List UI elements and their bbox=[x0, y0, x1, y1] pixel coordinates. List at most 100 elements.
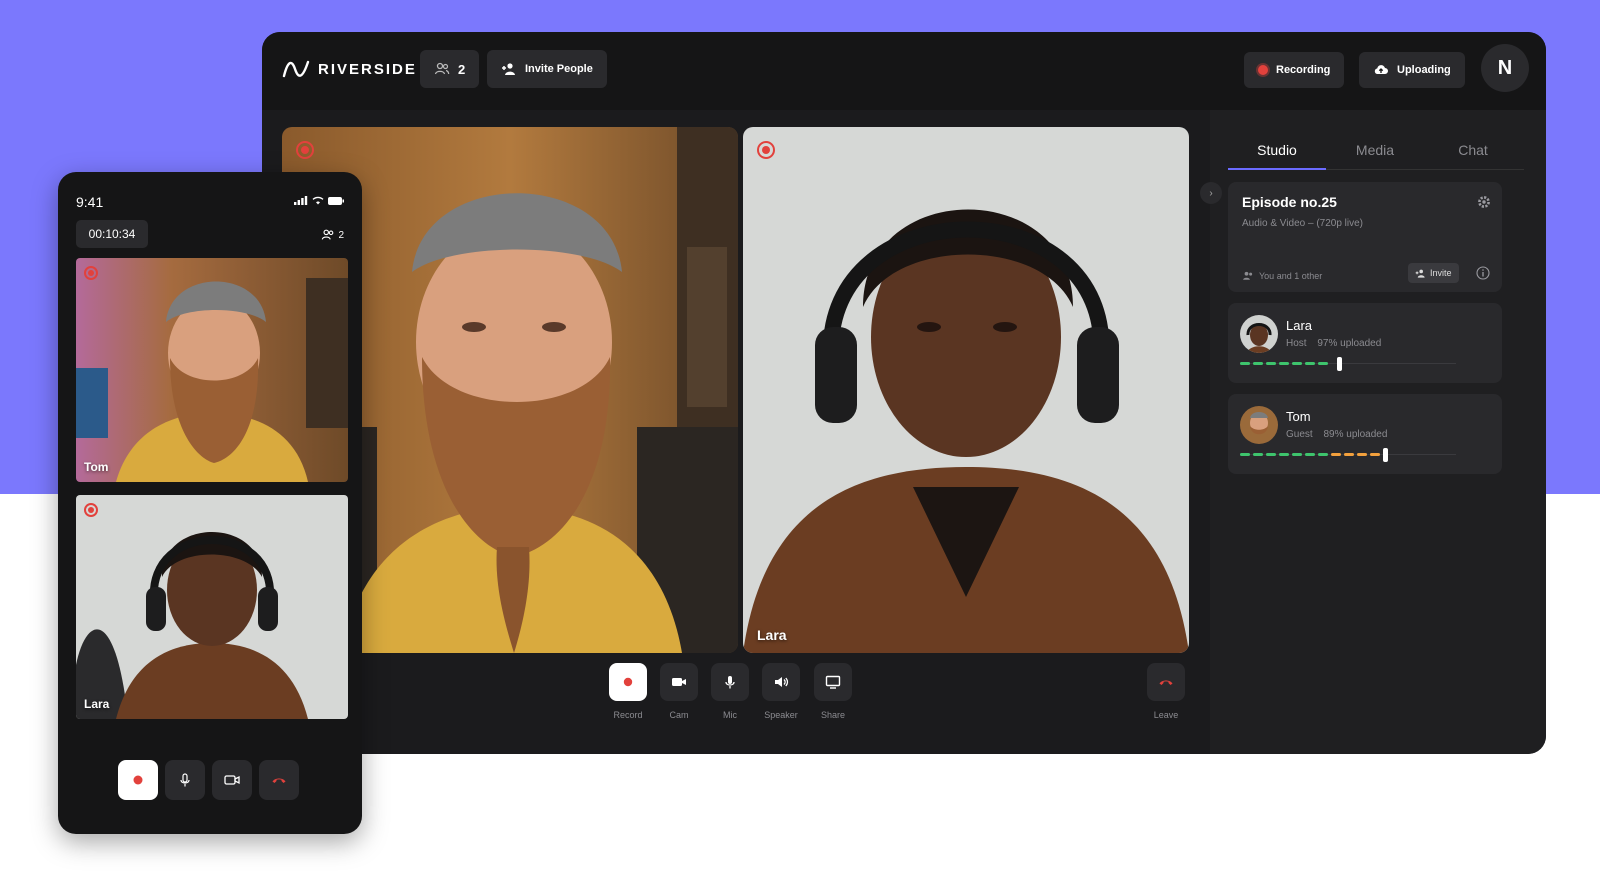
recording-label: Recording bbox=[1276, 64, 1331, 76]
cam-control[interactable]: Cam bbox=[659, 663, 699, 720]
level-segment bbox=[1266, 362, 1276, 365]
screen-share-icon bbox=[825, 675, 841, 689]
invite-label: Invite bbox=[1430, 268, 1452, 278]
level-segment bbox=[1253, 453, 1263, 456]
episode-title: Episode no.25 bbox=[1242, 194, 1337, 210]
recording-status[interactable]: Recording bbox=[1244, 52, 1345, 88]
participant-name: Tom bbox=[1286, 409, 1311, 424]
audio-level-meter[interactable] bbox=[1240, 448, 1456, 462]
record-control[interactable]: Record bbox=[608, 663, 648, 720]
tom-video-image bbox=[76, 258, 348, 482]
level-thumb[interactable] bbox=[1382, 448, 1388, 462]
mobile-cam-button[interactable] bbox=[212, 760, 252, 800]
mic-button[interactable] bbox=[711, 663, 749, 701]
mobile-record-button[interactable] bbox=[118, 760, 158, 800]
uploading-status[interactable]: Uploading bbox=[1359, 52, 1465, 88]
invite-button[interactable]: Invite bbox=[1408, 263, 1459, 283]
recording-indicator-icon bbox=[84, 266, 98, 280]
leave-label: Leave bbox=[1153, 710, 1179, 720]
add-user-icon bbox=[1415, 269, 1425, 278]
hang-up-icon bbox=[1159, 680, 1173, 685]
participant-meta: Guest 89% uploaded bbox=[1286, 429, 1395, 440]
gear-icon[interactable] bbox=[1476, 194, 1492, 210]
level-segment bbox=[1305, 362, 1315, 365]
tab-studio[interactable]: Studio bbox=[1228, 140, 1326, 170]
tab-media[interactable]: Media bbox=[1326, 140, 1424, 170]
participant-card-lara[interactable]: Lara Host 97% uploaded bbox=[1228, 303, 1502, 383]
participant-meta: Host 97% uploaded bbox=[1286, 338, 1389, 349]
collapse-sidebar-button[interactable]: › bbox=[1200, 182, 1222, 204]
top-bar: RIVERSIDE 2 Invite People Recording Uplo… bbox=[262, 32, 1546, 110]
tile-name-lara: Lara bbox=[757, 627, 787, 643]
episode-subtitle: Audio & Video – (720p live) bbox=[1242, 218, 1364, 229]
mic-control[interactable]: Mic bbox=[710, 663, 750, 720]
cloud-upload-icon bbox=[1374, 65, 1388, 74]
level-segment bbox=[1279, 362, 1289, 365]
people-icon bbox=[1243, 271, 1253, 280]
chevron-right-icon: › bbox=[1209, 187, 1213, 199]
logo-text: RIVERSIDE bbox=[318, 60, 417, 78]
share-button[interactable] bbox=[814, 663, 852, 701]
participant-upload: 97% uploaded bbox=[1317, 338, 1382, 349]
leave-button[interactable] bbox=[1147, 663, 1185, 701]
record-icon bbox=[133, 775, 143, 785]
mobile-leave-button[interactable] bbox=[259, 760, 299, 800]
level-segment bbox=[1305, 453, 1315, 456]
participants-count: 2 bbox=[458, 61, 466, 77]
level-segment bbox=[1292, 453, 1302, 456]
level-thumb[interactable] bbox=[1337, 357, 1343, 371]
mobile-video-tile-lara[interactable]: Lara bbox=[76, 495, 348, 719]
video-tile-lara[interactable]: Lara bbox=[743, 127, 1189, 653]
attendees-label: You and 1 other bbox=[1259, 271, 1323, 281]
participant-upload: 89% uploaded bbox=[1323, 429, 1388, 440]
people-icon bbox=[322, 229, 334, 240]
speaker-button[interactable] bbox=[762, 663, 800, 701]
camera-icon bbox=[224, 775, 240, 785]
record-icon bbox=[623, 677, 633, 687]
speaker-label: Speaker bbox=[764, 710, 798, 720]
level-segment bbox=[1240, 362, 1250, 365]
cam-label: Cam bbox=[669, 710, 689, 720]
mobile-device: 9:41 00:10:34 2 Tom Lara bbox=[58, 172, 362, 834]
info-icon[interactable] bbox=[1476, 266, 1490, 280]
audio-level-meter[interactable] bbox=[1240, 357, 1456, 371]
speaker-control[interactable]: Speaker bbox=[761, 663, 801, 720]
episode-card: Episode no.25 Audio & Video – (720p live… bbox=[1228, 182, 1502, 292]
user-avatar[interactable]: N bbox=[1481, 44, 1529, 92]
invite-people-button[interactable]: Invite People bbox=[487, 50, 607, 88]
logo[interactable]: RIVERSIDE bbox=[282, 56, 417, 82]
level-segment bbox=[1344, 453, 1354, 456]
level-segment bbox=[1318, 453, 1328, 456]
record-button[interactable] bbox=[609, 663, 647, 701]
desktop-window: RIVERSIDE 2 Invite People Recording Uplo… bbox=[262, 32, 1546, 754]
cam-button[interactable] bbox=[660, 663, 698, 701]
record-label: Record bbox=[613, 710, 643, 720]
level-segment bbox=[1266, 453, 1276, 456]
lara-video-image bbox=[743, 127, 1189, 653]
level-segment bbox=[1292, 362, 1302, 365]
mobile-video-tile-tom[interactable]: Tom bbox=[76, 258, 348, 482]
participant-role: Host bbox=[1286, 338, 1307, 349]
microphone-icon bbox=[725, 676, 735, 689]
attendees-summary: You and 1 other bbox=[1242, 270, 1322, 282]
participant-card-tom[interactable]: Tom Guest 89% uploaded bbox=[1228, 394, 1502, 474]
participants-button[interactable]: 2 bbox=[420, 50, 480, 88]
avatar bbox=[1240, 406, 1278, 444]
mobile-mic-button[interactable] bbox=[165, 760, 205, 800]
mobile-participants[interactable]: 2 bbox=[321, 228, 344, 242]
recording-indicator-icon bbox=[84, 503, 98, 517]
uploading-label: Uploading bbox=[1397, 64, 1451, 76]
level-segment bbox=[1240, 453, 1250, 456]
tab-chat[interactable]: Chat bbox=[1424, 140, 1522, 170]
share-control[interactable]: Share bbox=[813, 663, 853, 720]
hang-up-icon bbox=[272, 778, 286, 783]
recording-timer: 00:10:34 bbox=[76, 220, 148, 248]
mobile-participants-count: 2 bbox=[338, 229, 344, 241]
leave-control[interactable]: Leave bbox=[1146, 663, 1186, 720]
logo-wave-icon bbox=[282, 60, 310, 78]
signal-icon bbox=[294, 196, 308, 205]
sidebar-tabs: Studio Media Chat bbox=[1228, 140, 1524, 170]
status-icons bbox=[294, 196, 344, 205]
wifi-icon bbox=[312, 196, 324, 205]
camera-icon bbox=[672, 678, 686, 686]
